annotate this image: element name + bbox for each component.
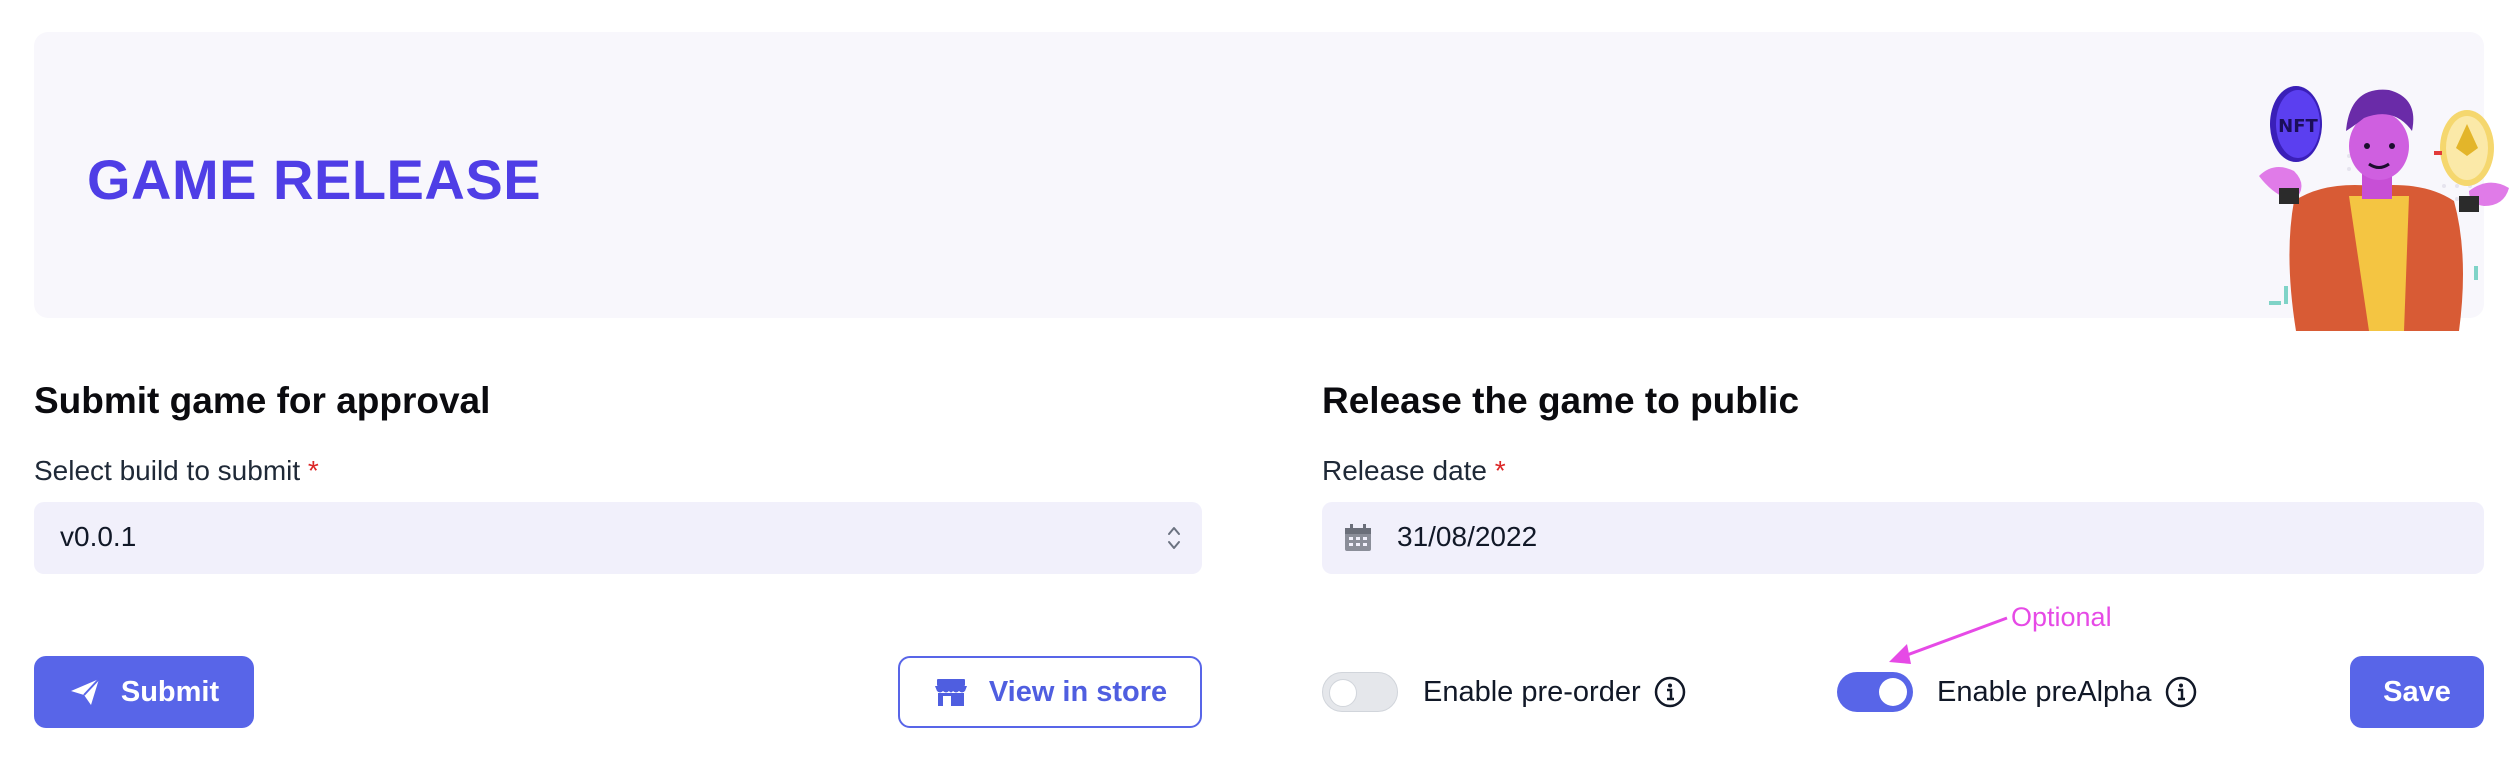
build-select[interactable]: v0.0.1 xyxy=(34,502,1202,574)
release-date-value: 31/08/2022 xyxy=(1397,521,1538,552)
submit-section-title: Submit game for approval xyxy=(34,380,491,421)
info-icon[interactable] xyxy=(2164,675,2198,709)
nft-character-illustration: NFT xyxy=(2259,86,2509,331)
build-field-label: Select build to submit * xyxy=(34,455,319,487)
calendar-icon xyxy=(1345,524,1371,551)
submit-button[interactable]: Submit xyxy=(34,656,254,728)
nft-badge-text: NFT xyxy=(2278,116,2318,137)
save-button[interactable]: Save xyxy=(2350,656,2484,728)
optional-annotation: Optional xyxy=(2011,602,2112,632)
release-section-title: Release the game to public xyxy=(1322,380,1800,421)
prealpha-toggle[interactable] xyxy=(1837,672,1913,712)
hero-banner: GAME RELEASE NFT xyxy=(34,32,2509,331)
save-button-label: Save xyxy=(2383,675,2451,708)
page-title: GAME RELEASE xyxy=(87,148,542,211)
required-mark: * xyxy=(307,455,319,486)
preorder-label: Enable pre-order xyxy=(1423,676,1641,708)
view-in-store-button[interactable]: View in store xyxy=(898,656,1202,728)
toggle-knob xyxy=(1329,679,1357,707)
store-icon xyxy=(934,679,967,706)
release-date-label: Release date * xyxy=(1322,455,1506,487)
submit-button-label: Submit xyxy=(120,675,220,708)
chevron-up-down-icon xyxy=(1168,527,1180,549)
paper-plane-icon xyxy=(70,678,100,705)
release-date-label-text: Release date xyxy=(1322,455,1488,486)
view-in-store-label: View in store xyxy=(988,675,1168,708)
info-icon[interactable] xyxy=(1653,675,1687,709)
prealpha-label: Enable preAlpha xyxy=(1937,676,2152,708)
required-mark: * xyxy=(1494,455,1506,486)
toggle-knob xyxy=(1879,678,1907,706)
preorder-toggle[interactable] xyxy=(1322,672,1398,712)
build-select-value: v0.0.1 xyxy=(60,521,137,552)
annotation-arrow-icon xyxy=(1889,616,2008,664)
release-date-input[interactable]: 31/08/2022 xyxy=(1322,502,2484,574)
build-label-text: Select build to submit xyxy=(34,455,301,486)
